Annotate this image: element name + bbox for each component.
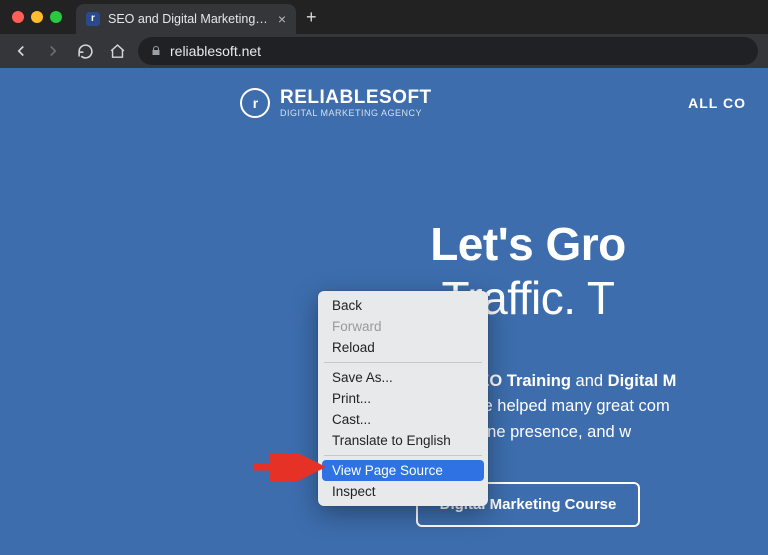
tab-title: SEO and Digital Marketing Serv	[108, 12, 268, 26]
new-tab-button[interactable]: +	[306, 7, 317, 28]
close-window-button[interactable]	[12, 11, 24, 23]
brand-name: RELIABLESOFT	[280, 88, 432, 107]
toolbar: reliablesoft.net	[0, 34, 768, 68]
lock-icon	[150, 45, 162, 57]
context-menu-cast[interactable]: Cast...	[318, 409, 488, 430]
favicon-icon: r	[86, 12, 100, 26]
context-menu-save-as[interactable]: Save As...	[318, 367, 488, 388]
context-menu-back[interactable]: Back	[318, 295, 488, 316]
minimize-window-button[interactable]	[31, 11, 43, 23]
home-button[interactable]	[106, 40, 128, 62]
tab-strip: r SEO and Digital Marketing Serv × +	[0, 0, 768, 34]
close-tab-icon[interactable]: ×	[278, 11, 286, 27]
back-button[interactable]	[10, 40, 32, 62]
brand-logo-icon: r	[240, 88, 270, 118]
context-menu-translate[interactable]: Translate to English	[318, 430, 488, 451]
context-menu-view-source[interactable]: View Page Source	[322, 460, 484, 481]
forward-button[interactable]	[42, 40, 64, 62]
annotation-arrow-icon	[250, 453, 330, 481]
brand[interactable]: r RELIABLESOFT DIGITAL MARKETING AGENCY	[240, 88, 432, 118]
context-menu-print[interactable]: Print...	[318, 388, 488, 409]
window-controls	[12, 11, 62, 23]
context-menu-forward: Forward	[318, 316, 488, 337]
brand-text: RELIABLESOFT DIGITAL MARKETING AGENCY	[280, 88, 432, 118]
site-header: r RELIABLESOFT DIGITAL MARKETING AGENCY …	[0, 68, 768, 118]
context-menu-inspect[interactable]: Inspect	[318, 481, 488, 502]
page-content: r RELIABLESOFT DIGITAL MARKETING AGENCY …	[0, 68, 768, 555]
browser-tab[interactable]: r SEO and Digital Marketing Serv ×	[76, 4, 296, 34]
reload-button[interactable]	[74, 40, 96, 62]
brand-tagline: DIGITAL MARKETING AGENCY	[280, 109, 432, 118]
context-menu-separator	[324, 362, 482, 363]
browser-chrome: r SEO and Digital Marketing Serv × + rel…	[0, 0, 768, 68]
context-menu: Back Forward Reload Save As... Print... …	[318, 291, 488, 506]
hero-headline-line1: Let's Gro	[288, 218, 768, 271]
maximize-window-button[interactable]	[50, 11, 62, 23]
url-text: reliablesoft.net	[170, 43, 261, 59]
nav-link-all-courses[interactable]: ALL CO	[688, 95, 746, 111]
context-menu-reload[interactable]: Reload	[318, 337, 488, 358]
context-menu-separator	[324, 455, 482, 456]
address-bar[interactable]: reliablesoft.net	[138, 37, 758, 65]
